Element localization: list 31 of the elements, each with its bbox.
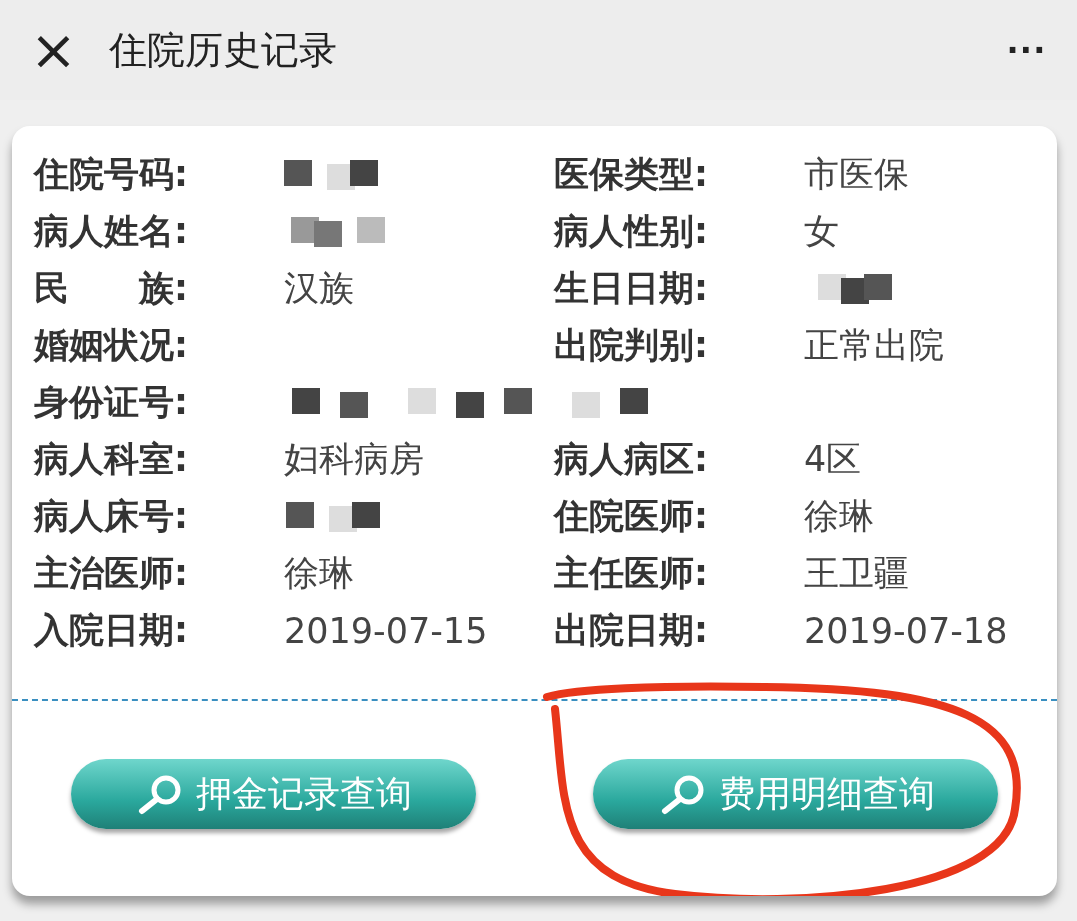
field-label: 婚姻状况: bbox=[34, 324, 189, 367]
more-button[interactable]: ··· bbox=[1007, 27, 1047, 73]
field-label: 生日日期: bbox=[554, 267, 709, 310]
field-label: 主任医师: bbox=[554, 552, 709, 595]
field-label: 病人病区: bbox=[554, 438, 709, 481]
field-label: 出院日期: bbox=[554, 609, 709, 652]
field-value: 王卫疆 bbox=[804, 552, 909, 595]
field-value: 汉族 bbox=[284, 267, 354, 310]
close-button[interactable]: × bbox=[30, 22, 77, 78]
field-label: 身份证号: bbox=[34, 381, 189, 424]
field-label: 民 族: bbox=[34, 267, 189, 310]
field-value: 正常出院 bbox=[804, 324, 944, 367]
field-value: 市医保 bbox=[804, 153, 909, 196]
field-value: 2019-07-15 bbox=[284, 610, 488, 651]
field-label: 病人性别: bbox=[554, 210, 709, 253]
field-label: 病人姓名: bbox=[34, 210, 189, 253]
field-value: 4区 bbox=[804, 438, 862, 481]
field-value: 妇科病房 bbox=[284, 438, 424, 481]
field-label: 出院判别: bbox=[554, 324, 709, 367]
field-label: 医保类型: bbox=[554, 153, 709, 196]
field-label: 住院号码: bbox=[34, 153, 189, 196]
page-title: 住院历史记录 bbox=[108, 26, 338, 74]
field-label: 病人科室: bbox=[34, 438, 189, 481]
field-label: 病人床号: bbox=[34, 495, 189, 538]
field-label: 主治医师: bbox=[34, 552, 189, 595]
field-label: 入院日期: bbox=[34, 609, 189, 652]
field-value: 2019-07-18 bbox=[804, 610, 1008, 651]
field-value: 徐琳 bbox=[284, 552, 354, 595]
field-value: 徐琳 bbox=[804, 495, 874, 538]
field-value: 女 bbox=[804, 210, 839, 253]
field-label: 住院医师: bbox=[554, 495, 709, 538]
